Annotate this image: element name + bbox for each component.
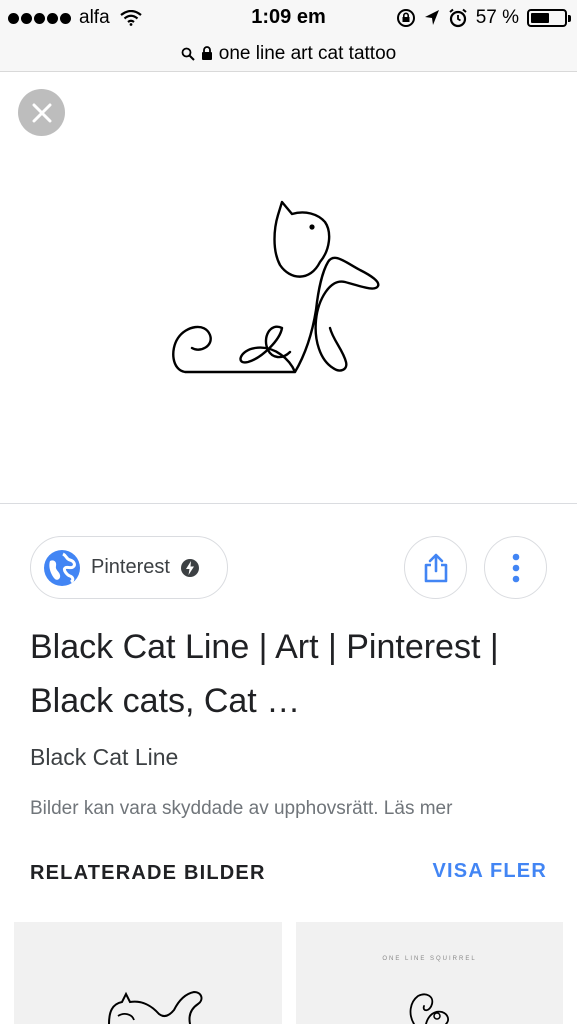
more-options-button[interactable]: [484, 536, 547, 599]
source-label: Pinterest: [91, 556, 170, 578]
address-bar[interactable]: one line art cat tattoo: [0, 36, 577, 72]
squirrel-line-art-thumbnail: [409, 993, 449, 1024]
address-query: one line art cat tattoo: [218, 42, 397, 64]
result-subtitle: Black Cat Line: [30, 744, 179, 770]
status-bar: alfa 1:09 em 57 %: [0, 0, 577, 36]
lock-icon: [201, 46, 212, 60]
more-vertical-icon: [512, 553, 519, 582]
image-preview: [0, 72, 577, 504]
share-icon: [424, 553, 447, 582]
battery-icon: [527, 9, 571, 27]
amp-bolt-icon: [180, 558, 199, 577]
related-images-header: RELATERADE BILDER: [30, 862, 266, 884]
alarm-icon: [449, 8, 467, 28]
share-button[interactable]: [404, 536, 467, 599]
copyright-notice[interactable]: Bilder kan vara skyddade av upphovsrätt.…: [30, 798, 452, 820]
close-icon: [32, 103, 51, 122]
show-more-link[interactable]: VISA FLER: [432, 860, 547, 883]
related-image-thumbnail[interactable]: [14, 922, 282, 1024]
battery-percent: 57 %: [475, 7, 519, 28]
cat-line-art-image: [172, 200, 380, 374]
status-right: 57 %: [396, 7, 571, 29]
source-chip[interactable]: Pinterest: [30, 536, 228, 599]
related-image-thumbnail[interactable]: ONE LINE SQUIRREL: [296, 922, 563, 1024]
search-icon: [181, 47, 195, 61]
close-button[interactable]: [18, 89, 65, 136]
thumbnail-caption: ONE LINE SQUIRREL: [382, 956, 477, 962]
result-title[interactable]: Black Cat Line | Art | Pinterest | Black…: [30, 620, 550, 728]
globe-icon: [44, 549, 80, 586]
location-icon: [424, 10, 439, 25]
lock-rotation-icon: [396, 9, 415, 27]
cat-line-art-thumbnail: [108, 990, 203, 1024]
